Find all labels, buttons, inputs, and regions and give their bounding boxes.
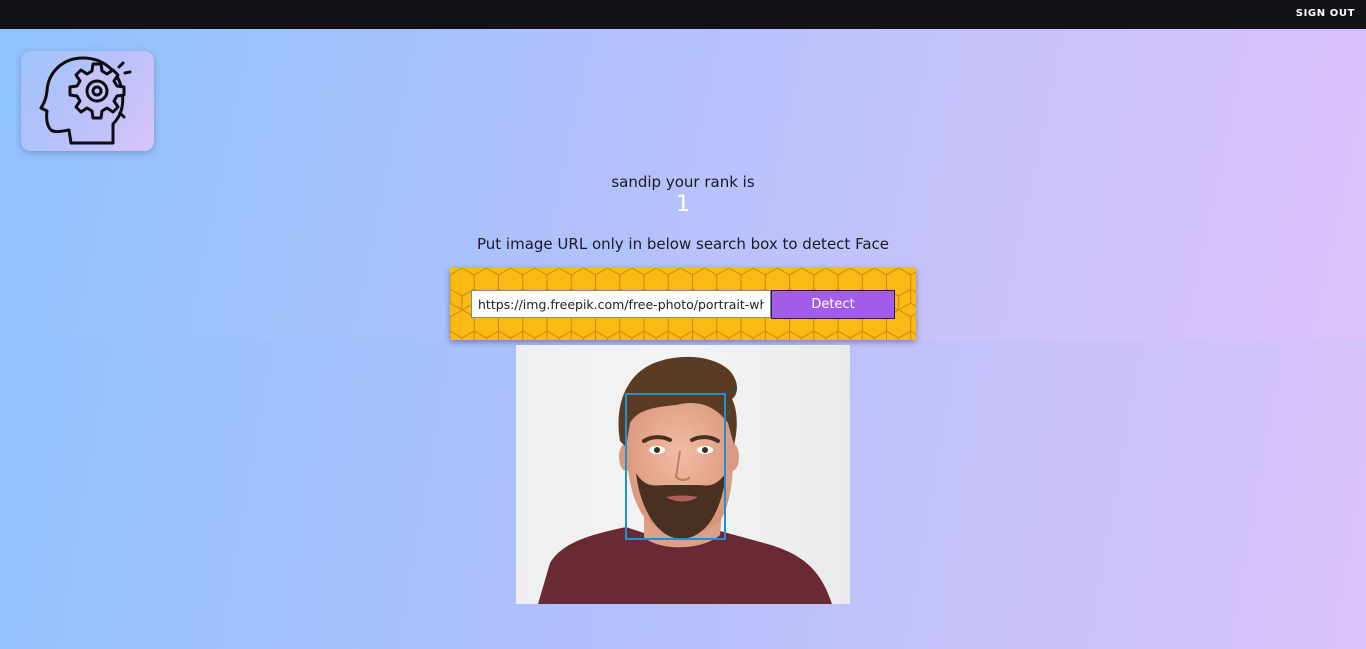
detect-button[interactable]: Detect (771, 290, 895, 319)
sign-out-link[interactable]: SIGN OUT (1296, 8, 1355, 19)
brain-gear-icon (39, 56, 132, 145)
top-nav-bar: SIGN OUT (0, 0, 1366, 29)
rank-value: 1 (676, 192, 690, 217)
logo[interactable] (21, 51, 154, 151)
face-photo (516, 345, 850, 604)
image-url-form: Detect (450, 268, 916, 340)
rank-label: sandip your rank is (611, 173, 755, 191)
face-bounding-box (625, 393, 726, 540)
image-url-input[interactable] (471, 290, 771, 318)
instructions-text: Put image URL only in below search box t… (476, 235, 889, 253)
